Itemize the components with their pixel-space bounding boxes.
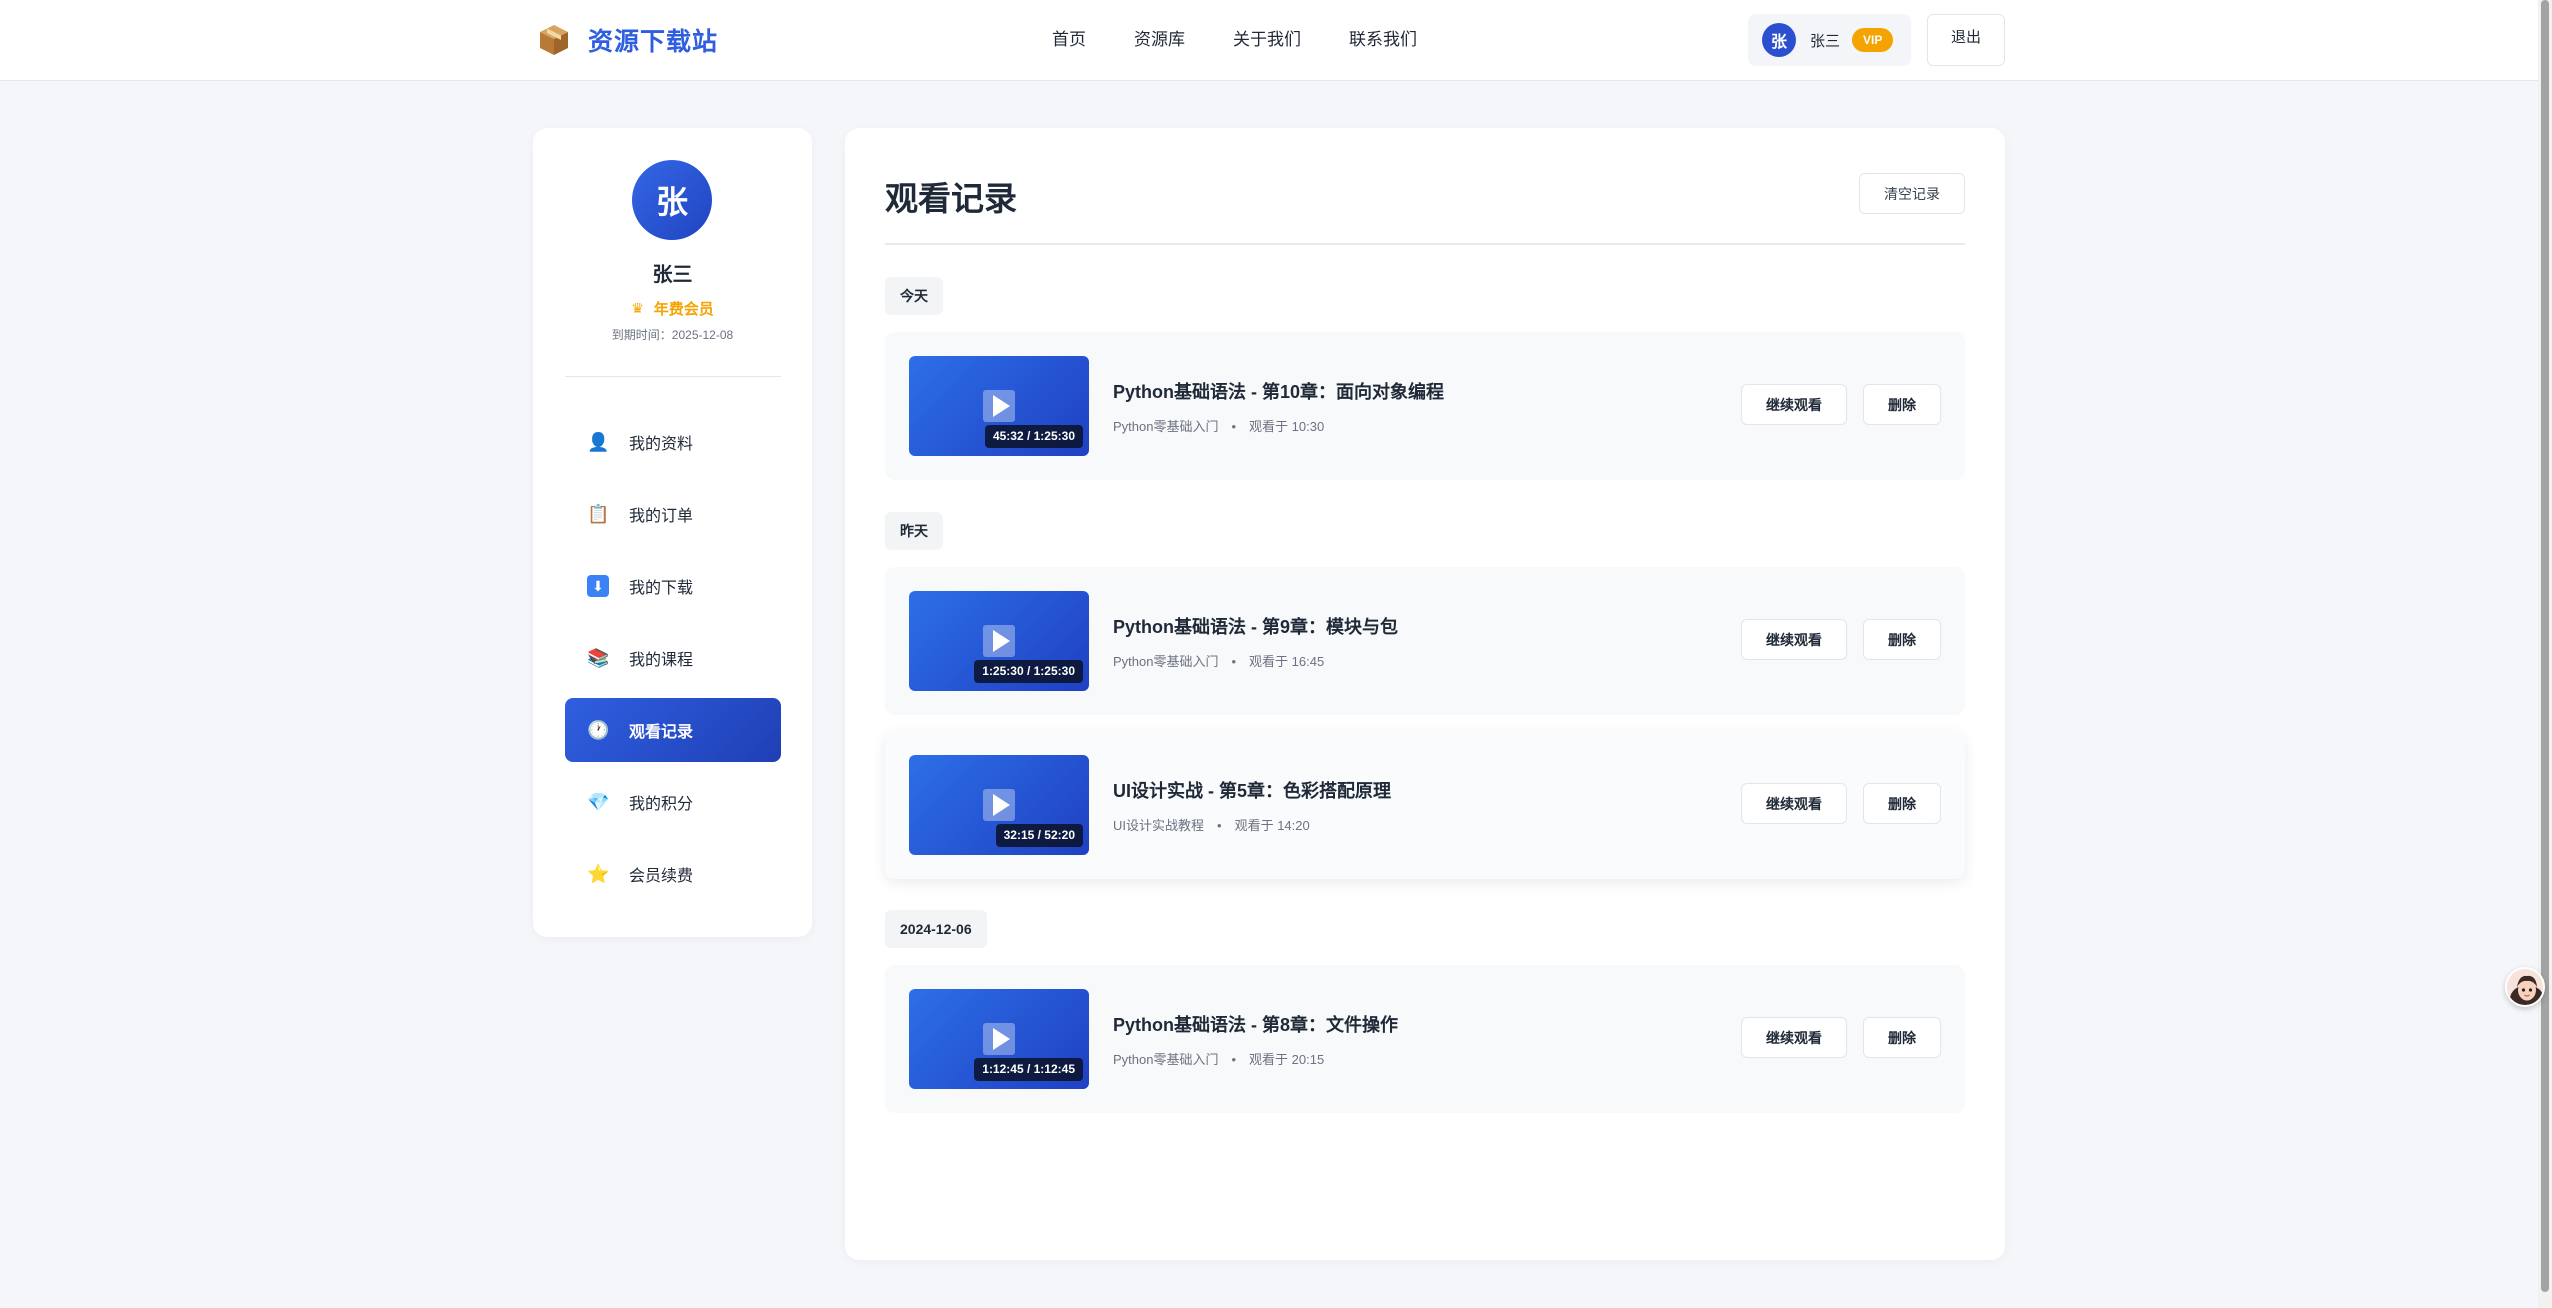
- sidebar-item-label: 我的订单: [629, 508, 694, 525]
- sidebar-item-points[interactable]: 💎 我的积分: [565, 770, 781, 834]
- watched-time: 观看于 20:15: [1249, 1052, 1325, 1067]
- video-meta: Python零基础入门 • 观看于 16:45: [1113, 651, 1324, 670]
- sidebar-item-label: 观看记录: [629, 724, 694, 741]
- meta-separator: •: [1231, 654, 1237, 669]
- continue-watching-button[interactable]: 继续观看: [1741, 619, 1847, 660]
- history-item[interactable]: 45:32 / 1:25:30 Python基础语法 - 第10章：面向对象编程…: [885, 332, 1965, 480]
- delete-button[interactable]: 删除: [1863, 619, 1941, 660]
- clear-history-button[interactable]: 清空记录: [1859, 173, 1965, 214]
- profile-sidebar: 张 张三 ♛ 年费会员 到期时间：2025-12-08 👤 我的资料 📋 我的订…: [533, 128, 812, 937]
- membership-type: 年费会员: [653, 301, 714, 318]
- download-icon: ⬇: [587, 575, 609, 597]
- profile-avatar: 张: [632, 160, 712, 240]
- avatar: 张: [1762, 23, 1796, 57]
- video-title[interactable]: Python基础语法 - 第10章：面向对象编程: [1113, 378, 1444, 404]
- sidebar-item-profile[interactable]: 👤 我的资料: [565, 410, 781, 474]
- gem-icon: 💎: [587, 791, 610, 812]
- date-group-label: 昨天: [885, 512, 943, 550]
- page-title: 观看记录: [885, 180, 1017, 217]
- history-item[interactable]: 1:25:30 / 1:25:30 Python基础语法 - 第9章：模块与包 …: [885, 567, 1965, 715]
- video-thumbnail[interactable]: 32:15 / 52:20: [909, 755, 1089, 855]
- vip-badge: VIP: [1852, 28, 1894, 52]
- course-name: Python零基础入门: [1113, 1052, 1219, 1067]
- sidebar-item-label: 我的资料: [629, 436, 694, 453]
- video-title[interactable]: Python基础语法 - 第9章：模块与包: [1113, 613, 1398, 639]
- divider: [565, 376, 781, 377]
- package-box-icon: [540, 25, 568, 55]
- meta-separator: •: [1231, 419, 1237, 434]
- progress-duration: 45:32 / 1:25:30: [984, 425, 1083, 448]
- scrollbar-thumb[interactable]: [2541, 0, 2549, 1292]
- site-name: 资源下载站: [588, 28, 719, 56]
- continue-watching-button[interactable]: 继续观看: [1741, 783, 1847, 824]
- video-meta: Python零基础入门 • 观看于 20:15: [1113, 1049, 1324, 1068]
- date-group-label: 2024-12-06: [885, 910, 987, 948]
- nav-library[interactable]: 资源库: [1134, 26, 1185, 54]
- divider: [885, 243, 1965, 245]
- play-icon: [983, 390, 1015, 422]
- membership-expiry: 到期时间：2025-12-08: [611, 328, 734, 342]
- nav-about[interactable]: 关于我们: [1233, 26, 1301, 54]
- sidebar-item-renew[interactable]: ⭐ 会员续费: [565, 842, 781, 906]
- sidebar-item-label: 会员续费: [629, 868, 694, 885]
- delete-button[interactable]: 删除: [1863, 1017, 1941, 1058]
- sidebar-item-label: 我的课程: [629, 652, 694, 669]
- books-icon: 📚: [587, 647, 610, 668]
- video-title[interactable]: UI设计实战 - 第5章：色彩搭配原理: [1113, 777, 1391, 803]
- clock-icon: 🕐: [587, 719, 610, 740]
- sidebar-item-courses[interactable]: 📚 我的课程: [565, 626, 781, 690]
- delete-button[interactable]: 删除: [1863, 384, 1941, 425]
- video-thumbnail[interactable]: 1:12:45 / 1:12:45: [909, 989, 1089, 1089]
- progress-duration: 1:12:45 / 1:12:45: [974, 1058, 1083, 1081]
- play-icon: [983, 789, 1015, 821]
- play-icon: [983, 1023, 1015, 1055]
- video-meta: UI设计实战教程 • 观看于 14:20: [1113, 815, 1310, 834]
- meta-separator: •: [1231, 1052, 1237, 1067]
- profile-name: 张三: [652, 264, 693, 286]
- continue-watching-button[interactable]: 继续观看: [1741, 384, 1847, 425]
- history-item[interactable]: 32:15 / 52:20 UI设计实战 - 第5章：色彩搭配原理 UI设计实战…: [885, 731, 1965, 879]
- nav-home[interactable]: 首页: [1052, 26, 1086, 54]
- date-group-label: 今天: [885, 277, 943, 315]
- star-icon: ⭐: [587, 863, 610, 884]
- video-meta: Python零基础入门 • 观看于 10:30: [1113, 416, 1324, 435]
- top-navbar: 资源下载站 首页 资源库 关于我们 联系我们 张 张三 VIP 退出: [0, 0, 2538, 81]
- crown-icon: ♛: [631, 300, 644, 316]
- course-name: Python零基础入门: [1113, 419, 1219, 434]
- video-thumbnail[interactable]: 45:32 / 1:25:30: [909, 356, 1089, 456]
- site-logo[interactable]: 资源下载站: [536, 20, 718, 60]
- sidebar-item-downloads[interactable]: ⬇ 我的下载: [565, 554, 781, 618]
- meta-separator: •: [1217, 818, 1222, 833]
- nav-contact[interactable]: 联系我们: [1349, 26, 1417, 54]
- video-thumbnail[interactable]: 1:25:30 / 1:25:30: [909, 591, 1089, 691]
- sidebar-item-label: 我的积分: [629, 796, 694, 813]
- sidebar-item-watch-history[interactable]: 🕐 观看记录: [565, 698, 781, 762]
- video-title[interactable]: Python基础语法 - 第8章：文件操作: [1113, 1011, 1398, 1037]
- sidebar-item-orders[interactable]: 📋 我的订单: [565, 482, 781, 546]
- sidebar-item-label: 我的下载: [629, 580, 694, 597]
- assistant-avatar-icon[interactable]: [2505, 967, 2545, 1007]
- user-menu[interactable]: 张 张三 VIP: [1748, 14, 1911, 66]
- progress-duration: 1:25:30 / 1:25:30: [974, 660, 1083, 683]
- membership-row: ♛ 年费会员: [533, 298, 812, 319]
- history-item[interactable]: 1:12:45 / 1:12:45 Python基础语法 - 第8章：文件操作 …: [885, 965, 1965, 1113]
- continue-watching-button[interactable]: 继续观看: [1741, 1017, 1847, 1058]
- play-icon: [983, 625, 1015, 657]
- course-name: UI设计实战教程: [1113, 818, 1205, 833]
- delete-button[interactable]: 删除: [1863, 783, 1941, 824]
- course-name: Python零基础入门: [1113, 654, 1219, 669]
- watch-history-panel: 观看记录 清空记录 今天 45:32 / 1:25:30 Python基础语法 …: [845, 128, 2005, 1260]
- watched-time: 观看于 14:20: [1234, 818, 1310, 833]
- user-icon: 👤: [587, 431, 610, 452]
- user-name: 张三: [1810, 32, 1841, 50]
- watched-time: 观看于 16:45: [1249, 654, 1325, 669]
- progress-duration: 32:15 / 52:20: [995, 824, 1083, 847]
- clipboard-icon: 📋: [587, 503, 610, 524]
- sidebar-menu: 👤 我的资料 📋 我的订单 ⬇ 我的下载 📚 我的课程 🕐 观看记录 💎 我的积…: [565, 410, 781, 914]
- main-nav: 首页 资源库 关于我们 联系我们: [1052, 26, 1465, 54]
- logout-button[interactable]: 退出: [1927, 14, 2005, 66]
- watched-time: 观看于 10:30: [1249, 419, 1325, 434]
